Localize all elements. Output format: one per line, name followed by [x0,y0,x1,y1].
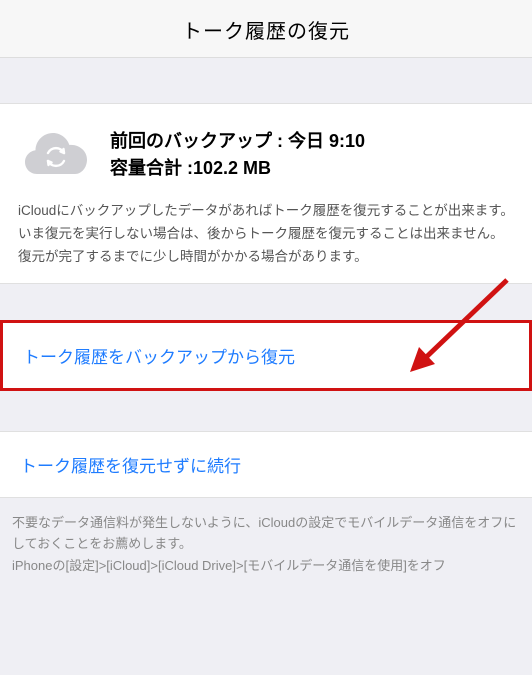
page-title: トーク履歴の復元 [0,15,532,44]
size-label: 容量合計 : [110,158,193,178]
footer-line-1: 不要なデータ通信料が発生しないように、iCloudの設定でモバイルデータ通信をオ… [12,512,520,555]
header: トーク履歴の復元 [0,0,532,58]
last-backup-line: 前回のバックアップ : 今日 9:10 [110,128,514,155]
restore-button[interactable]: トーク履歴をバックアップから復元 [0,320,532,391]
size-value: 102.2 MB [193,158,271,178]
restore-button-label: トーク履歴をバックアップから復元 [23,348,295,367]
backup-info-card: 前回のバックアップ : 今日 9:10 容量合計 :102.2 MB iClou… [0,103,532,284]
gap [0,58,532,103]
cloud-sync-icon [22,126,90,184]
footer-note: 不要なデータ通信料が発生しないように、iCloudの設定でモバイルデータ通信をオ… [0,498,532,590]
footer-line-2: iPhoneの[設定]>[iCloud]>[iCloud Drive]>[モバイ… [12,555,520,576]
backup-row: 前回のバックアップ : 今日 9:10 容量合計 :102.2 MB [18,126,514,184]
skip-button-label: トーク履歴を復元せずに続行 [20,457,241,476]
last-backup-label: 前回のバックアップ : [110,131,288,151]
desc-line-2: いま復元を実行しない場合は、後からトーク履歴を復元することは出来ません。 [18,223,514,246]
desc-line-1: iCloudにバックアップしたデータがあればトーク履歴を復元することが出来ます。 [18,200,514,223]
description: iCloudにバックアップしたデータがあればトーク履歴を復元することが出来ます。… [18,200,514,269]
desc-line-3: 復元が完了するまでに少し時間がかかる場合があります。 [18,246,514,269]
backup-info-text: 前回のバックアップ : 今日 9:10 容量合計 :102.2 MB [110,128,514,182]
last-backup-value: 今日 9:10 [288,131,365,151]
gap [0,391,532,431]
gap [0,284,532,320]
skip-button[interactable]: トーク履歴を復元せずに続行 [0,431,532,498]
size-line: 容量合計 :102.2 MB [110,155,514,182]
